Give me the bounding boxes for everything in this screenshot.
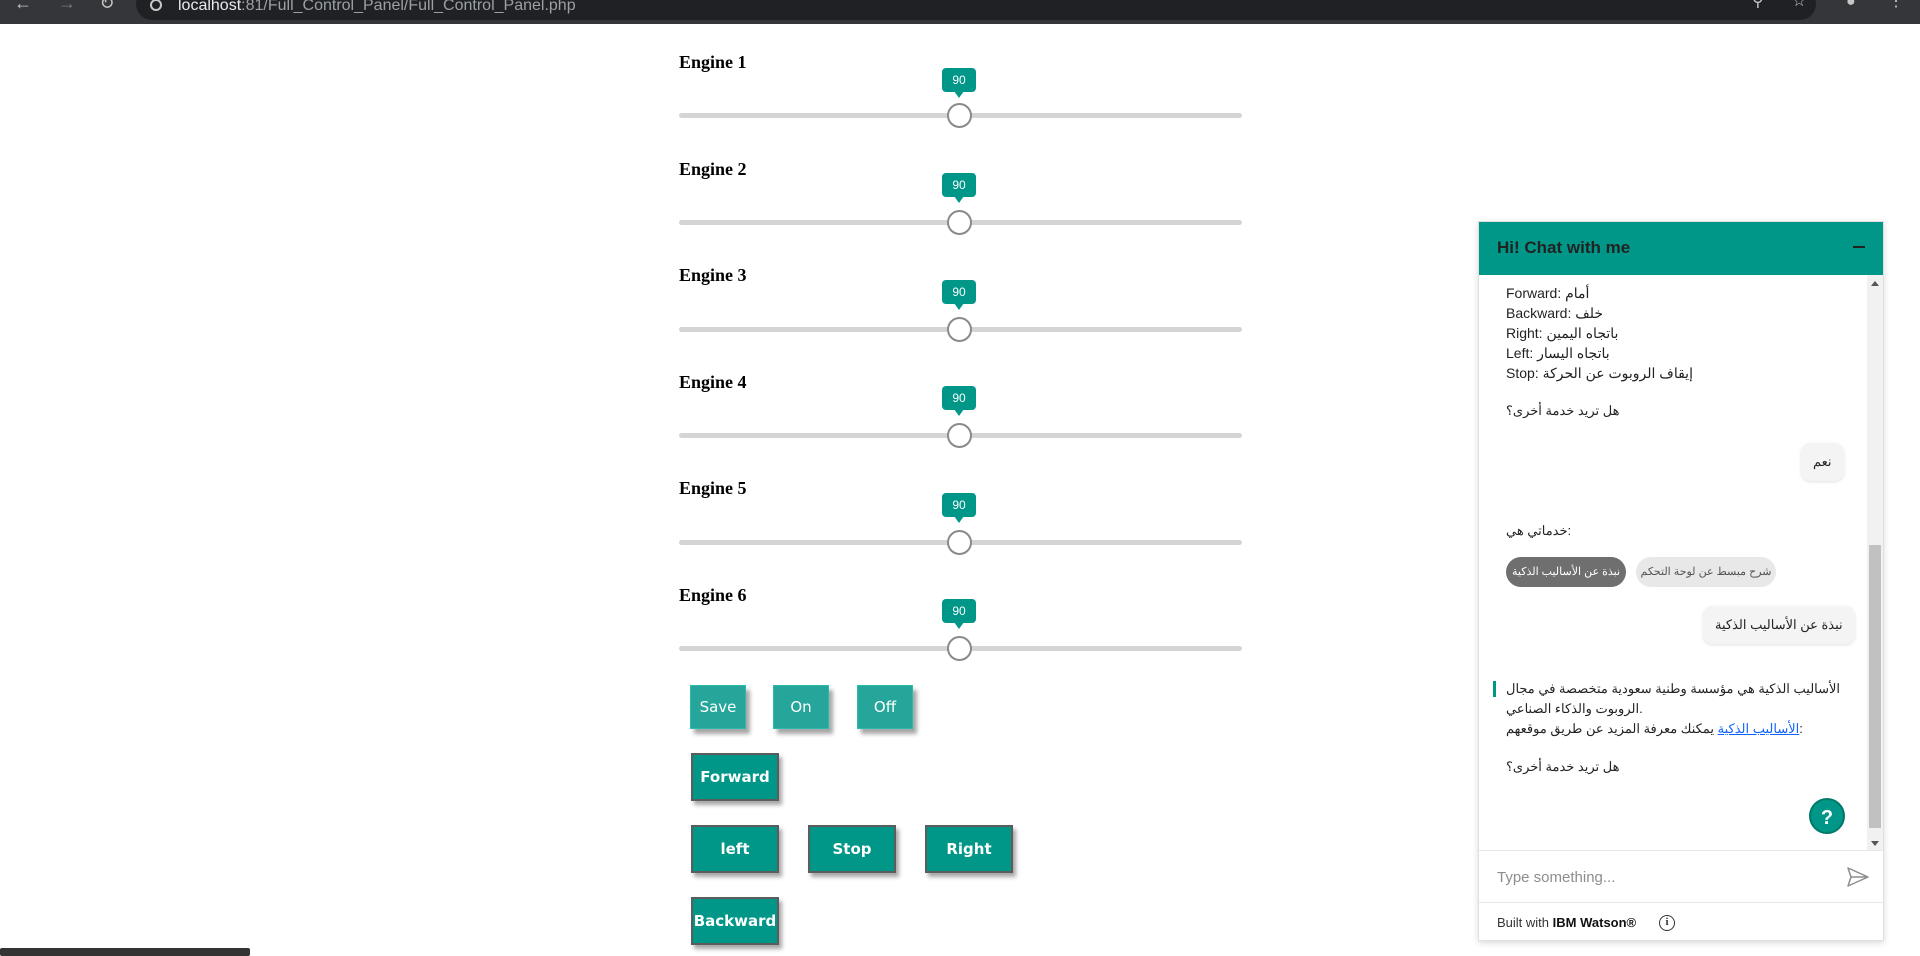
scroll-down-icon[interactable] bbox=[1871, 841, 1879, 846]
url-host: localhost bbox=[178, 0, 242, 14]
engine-1-value: 90 bbox=[942, 68, 976, 98]
chat-title: Hi! Chat with me bbox=[1497, 238, 1631, 257]
address-bar[interactable]: localhost:81/Full_Control_Panel/Full_Con… bbox=[136, 0, 1816, 20]
forward-nav-icon[interactable]: → bbox=[52, 0, 82, 20]
scroll-thumb[interactable] bbox=[1869, 545, 1881, 828]
search-icon[interactable]: ⚲ bbox=[1752, 0, 1764, 10]
engine-6-slider-thumb[interactable] bbox=[947, 636, 972, 661]
smart-methods-link[interactable]: الأساليب الذكية bbox=[1718, 721, 1800, 736]
off-button[interactable]: Off bbox=[857, 685, 913, 729]
engine-3-value: 90 bbox=[942, 280, 976, 310]
engine-4-value: 90 bbox=[942, 386, 976, 416]
engine-2-slider-thumb[interactable] bbox=[947, 210, 972, 235]
command-line: Stop: إيقاف الروبوت عن الحركة bbox=[1506, 365, 1693, 381]
option-smart-methods-button[interactable]: نبذة عن الأساليب الذكية bbox=[1506, 557, 1626, 587]
engine-6-value: 90 bbox=[942, 599, 976, 629]
reload-icon[interactable]: ↻ bbox=[92, 0, 122, 20]
on-button[interactable]: On bbox=[773, 685, 829, 729]
bot-prompt: هل تريد خدمة أخرى؟ bbox=[1506, 403, 1620, 418]
engine-5-value: 90 bbox=[942, 493, 976, 523]
command-line: Right: باتجاه اليمين bbox=[1506, 325, 1619, 341]
menu-icon[interactable]: ⋮ bbox=[1888, 0, 1904, 10]
engine-4-slider-thumb[interactable] bbox=[947, 423, 972, 448]
engine-2-title: Engine 2 bbox=[679, 159, 747, 179]
footer-prefix: Built with bbox=[1497, 915, 1550, 930]
minimize-icon[interactable] bbox=[1853, 246, 1865, 248]
about-line: الأساليب الذكية هي مؤسسة وطنية سعودية مت… bbox=[1506, 681, 1841, 696]
engine-3-slider-thumb[interactable] bbox=[947, 317, 972, 342]
profile-icon[interactable]: ● bbox=[1846, 0, 1856, 10]
bot-prompt: هل تريد خدمة أخرى؟ bbox=[1506, 759, 1620, 774]
quote-bar bbox=[1493, 681, 1496, 697]
backward-button[interactable]: Backward bbox=[691, 897, 779, 945]
engine-5-title: Engine 5 bbox=[679, 478, 747, 498]
left-button[interactable]: left bbox=[691, 825, 779, 873]
back-icon[interactable]: ← bbox=[8, 0, 38, 20]
stop-button[interactable]: Stop bbox=[808, 825, 896, 873]
engine-1-slider-thumb[interactable] bbox=[947, 103, 972, 128]
browser-toolbar: ← → ↻ localhost:81/Full_Control_Panel/Fu… bbox=[0, 0, 1920, 24]
bookmark-star-icon[interactable]: ☆ bbox=[1792, 0, 1806, 10]
forward-button[interactable]: Forward bbox=[691, 753, 779, 801]
footer-brand: IBM Watson® bbox=[1552, 915, 1637, 930]
send-icon[interactable] bbox=[1847, 867, 1869, 887]
engine-2-value: 90 bbox=[942, 173, 976, 203]
user-message: نبذة عن الأساليب الذكية bbox=[1703, 606, 1855, 644]
chat-scrollbar[interactable] bbox=[1867, 275, 1883, 850]
engine-3-title: Engine 3 bbox=[679, 265, 747, 285]
command-line: Left: باتجاه اليسار bbox=[1506, 345, 1610, 361]
info-icon[interactable]: i bbox=[1659, 915, 1675, 931]
right-button[interactable]: Right bbox=[925, 825, 1013, 873]
horizontal-scrollbar[interactable] bbox=[0, 948, 250, 956]
chat-widget: Hi! Chat with me Forward: أمام Backward:… bbox=[1478, 221, 1884, 941]
command-line: Backward: خلف bbox=[1506, 305, 1604, 321]
engine-4-title: Engine 4 bbox=[679, 372, 747, 392]
chat-input-area bbox=[1479, 850, 1883, 902]
scroll-up-icon[interactable] bbox=[1871, 281, 1879, 286]
services-title: خدماتي هي: bbox=[1506, 523, 1572, 538]
url-path: :81/Full_Control_Panel/Full_Control_Pane… bbox=[241, 0, 576, 14]
engine-6-title: Engine 6 bbox=[679, 585, 747, 605]
chat-header: Hi! Chat with me bbox=[1479, 222, 1883, 275]
user-message: نعم bbox=[1801, 443, 1844, 481]
about-line: الأساليب الذكية يمكنك معرفة المزيد عن طر… bbox=[1506, 721, 1803, 737]
chat-input[interactable] bbox=[1497, 865, 1837, 889]
about-line: الروبوت والذكاء الصناعي. bbox=[1506, 701, 1643, 716]
option-control-panel-button[interactable]: شرح مبسط عن لوحة التحكم bbox=[1636, 557, 1776, 587]
command-line: Forward: أمام bbox=[1506, 285, 1590, 301]
truncated-line bbox=[1506, 275, 1526, 277]
site-info-icon[interactable] bbox=[150, 0, 162, 11]
engine-1-title: Engine 1 bbox=[679, 52, 747, 72]
save-button[interactable]: Save bbox=[690, 685, 746, 729]
engine-5-slider-thumb[interactable] bbox=[947, 530, 972, 555]
chat-messages: Forward: أمام Backward: خلف Right: باتجا… bbox=[1479, 275, 1883, 850]
chat-footer: Built with IBM Watson® i bbox=[1479, 902, 1883, 942]
help-button[interactable]: ? bbox=[1809, 798, 1845, 834]
footer-text: Built with IBM Watson® bbox=[1497, 915, 1636, 930]
